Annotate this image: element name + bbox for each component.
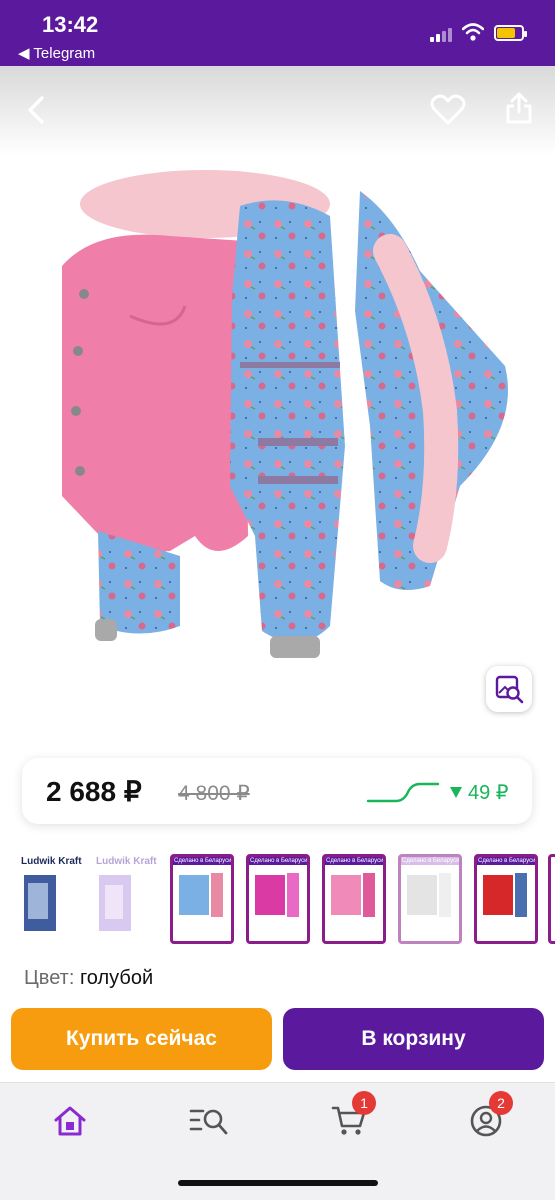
- thumbnail-4[interactable]: Сделано в Беларуси: [246, 854, 310, 944]
- favorite-button[interactable]: [426, 88, 470, 132]
- price-down-icon: [450, 787, 462, 798]
- thumbnail-banner: Сделано в Беларуси: [173, 857, 231, 865]
- thumbnail-2[interactable]: Ludwik Kraft: [93, 854, 157, 944]
- thumbnail-image: [99, 875, 131, 931]
- image-search-icon: [495, 675, 524, 704]
- thumbnail-8[interactable]: [548, 854, 555, 944]
- home-icon: [54, 1106, 86, 1136]
- back-button[interactable]: [14, 88, 58, 132]
- back-arrow-icon: [28, 96, 44, 124]
- status-time: 13:42: [42, 12, 99, 37]
- cellular-signal-icon: [430, 28, 456, 42]
- tab-catalog[interactable]: [184, 1099, 234, 1143]
- thumbnail-banner: Сделано в Беларуси: [325, 857, 383, 865]
- battery-icon: [494, 25, 527, 41]
- add-to-cart-button[interactable]: В корзину: [283, 1008, 544, 1070]
- variant-thumbnails: Ludwik Kraft Ludwik Kraft Сделано в Бела…: [0, 854, 555, 944]
- thumbnail-3[interactable]: Сделано в Беларуси: [170, 854, 234, 944]
- buy-now-button[interactable]: Купить сейчас: [11, 1008, 272, 1070]
- current-price: 2 688 ₽: [46, 776, 142, 807]
- thumbnail-banner: Сделано в Беларуси: [477, 857, 535, 865]
- profile-badge: 2: [489, 1091, 513, 1115]
- thumbnail-image: [179, 873, 223, 917]
- image-search-button[interactable]: [486, 666, 532, 712]
- share-icon: [506, 92, 532, 124]
- thumbnail-brand: Ludwik Kraft: [21, 856, 82, 867]
- thumbnail-5[interactable]: Сделано в Беларуси: [322, 854, 386, 944]
- price-drop-amount: 49 ₽: [468, 782, 509, 804]
- back-to-telegram-link[interactable]: ◀ Telegram: [18, 44, 95, 62]
- thumbnail-image: [331, 873, 375, 917]
- wifi-icon: [462, 23, 484, 41]
- thumbnail-6[interactable]: Сделано в Беларуси: [398, 854, 462, 944]
- price-card: 2 688 ₽ 4 800 ₽ 49 ₽: [22, 758, 532, 824]
- heart-icon: [430, 94, 466, 125]
- color-label: Цвет:: [24, 967, 75, 989]
- product-image[interactable]: [0, 66, 555, 736]
- share-button[interactable]: [497, 86, 541, 130]
- price-history-chart-icon[interactable]: [366, 780, 440, 804]
- color-value: голубой: [79, 967, 154, 989]
- color-selector: Цвет: голубой: [24, 967, 153, 990]
- thumbnail-7[interactable]: Сделано в Беларуси: [474, 854, 538, 944]
- thumbnail-image: [407, 873, 451, 917]
- old-price: 4 800 ₽: [178, 782, 250, 805]
- tab-profile[interactable]: 2: [461, 1091, 513, 1143]
- product-photo-jumpsuit: [62, 170, 508, 658]
- thumbnail-banner: Сделано в Беларуси: [249, 857, 307, 865]
- thumbnail-1[interactable]: Ludwik Kraft: [18, 854, 82, 944]
- catalog-search-icon: [189, 1109, 228, 1135]
- tab-cart[interactable]: 1: [324, 1091, 376, 1143]
- thumbnail-image: [24, 875, 56, 931]
- thumbnail-banner: Сделано в Беларуси: [401, 857, 459, 865]
- tab-home[interactable]: [45, 1099, 95, 1143]
- home-indicator: [178, 1180, 378, 1186]
- price-drop-indicator: 49 ₽: [450, 780, 509, 805]
- status-bar: 13:42 ◀ Telegram: [0, 0, 555, 66]
- thumbnail-brand: Ludwik Kraft: [96, 856, 157, 867]
- thumbnail-image: [483, 873, 527, 917]
- thumbnail-image: [255, 873, 299, 917]
- cart-badge: 1: [352, 1091, 376, 1115]
